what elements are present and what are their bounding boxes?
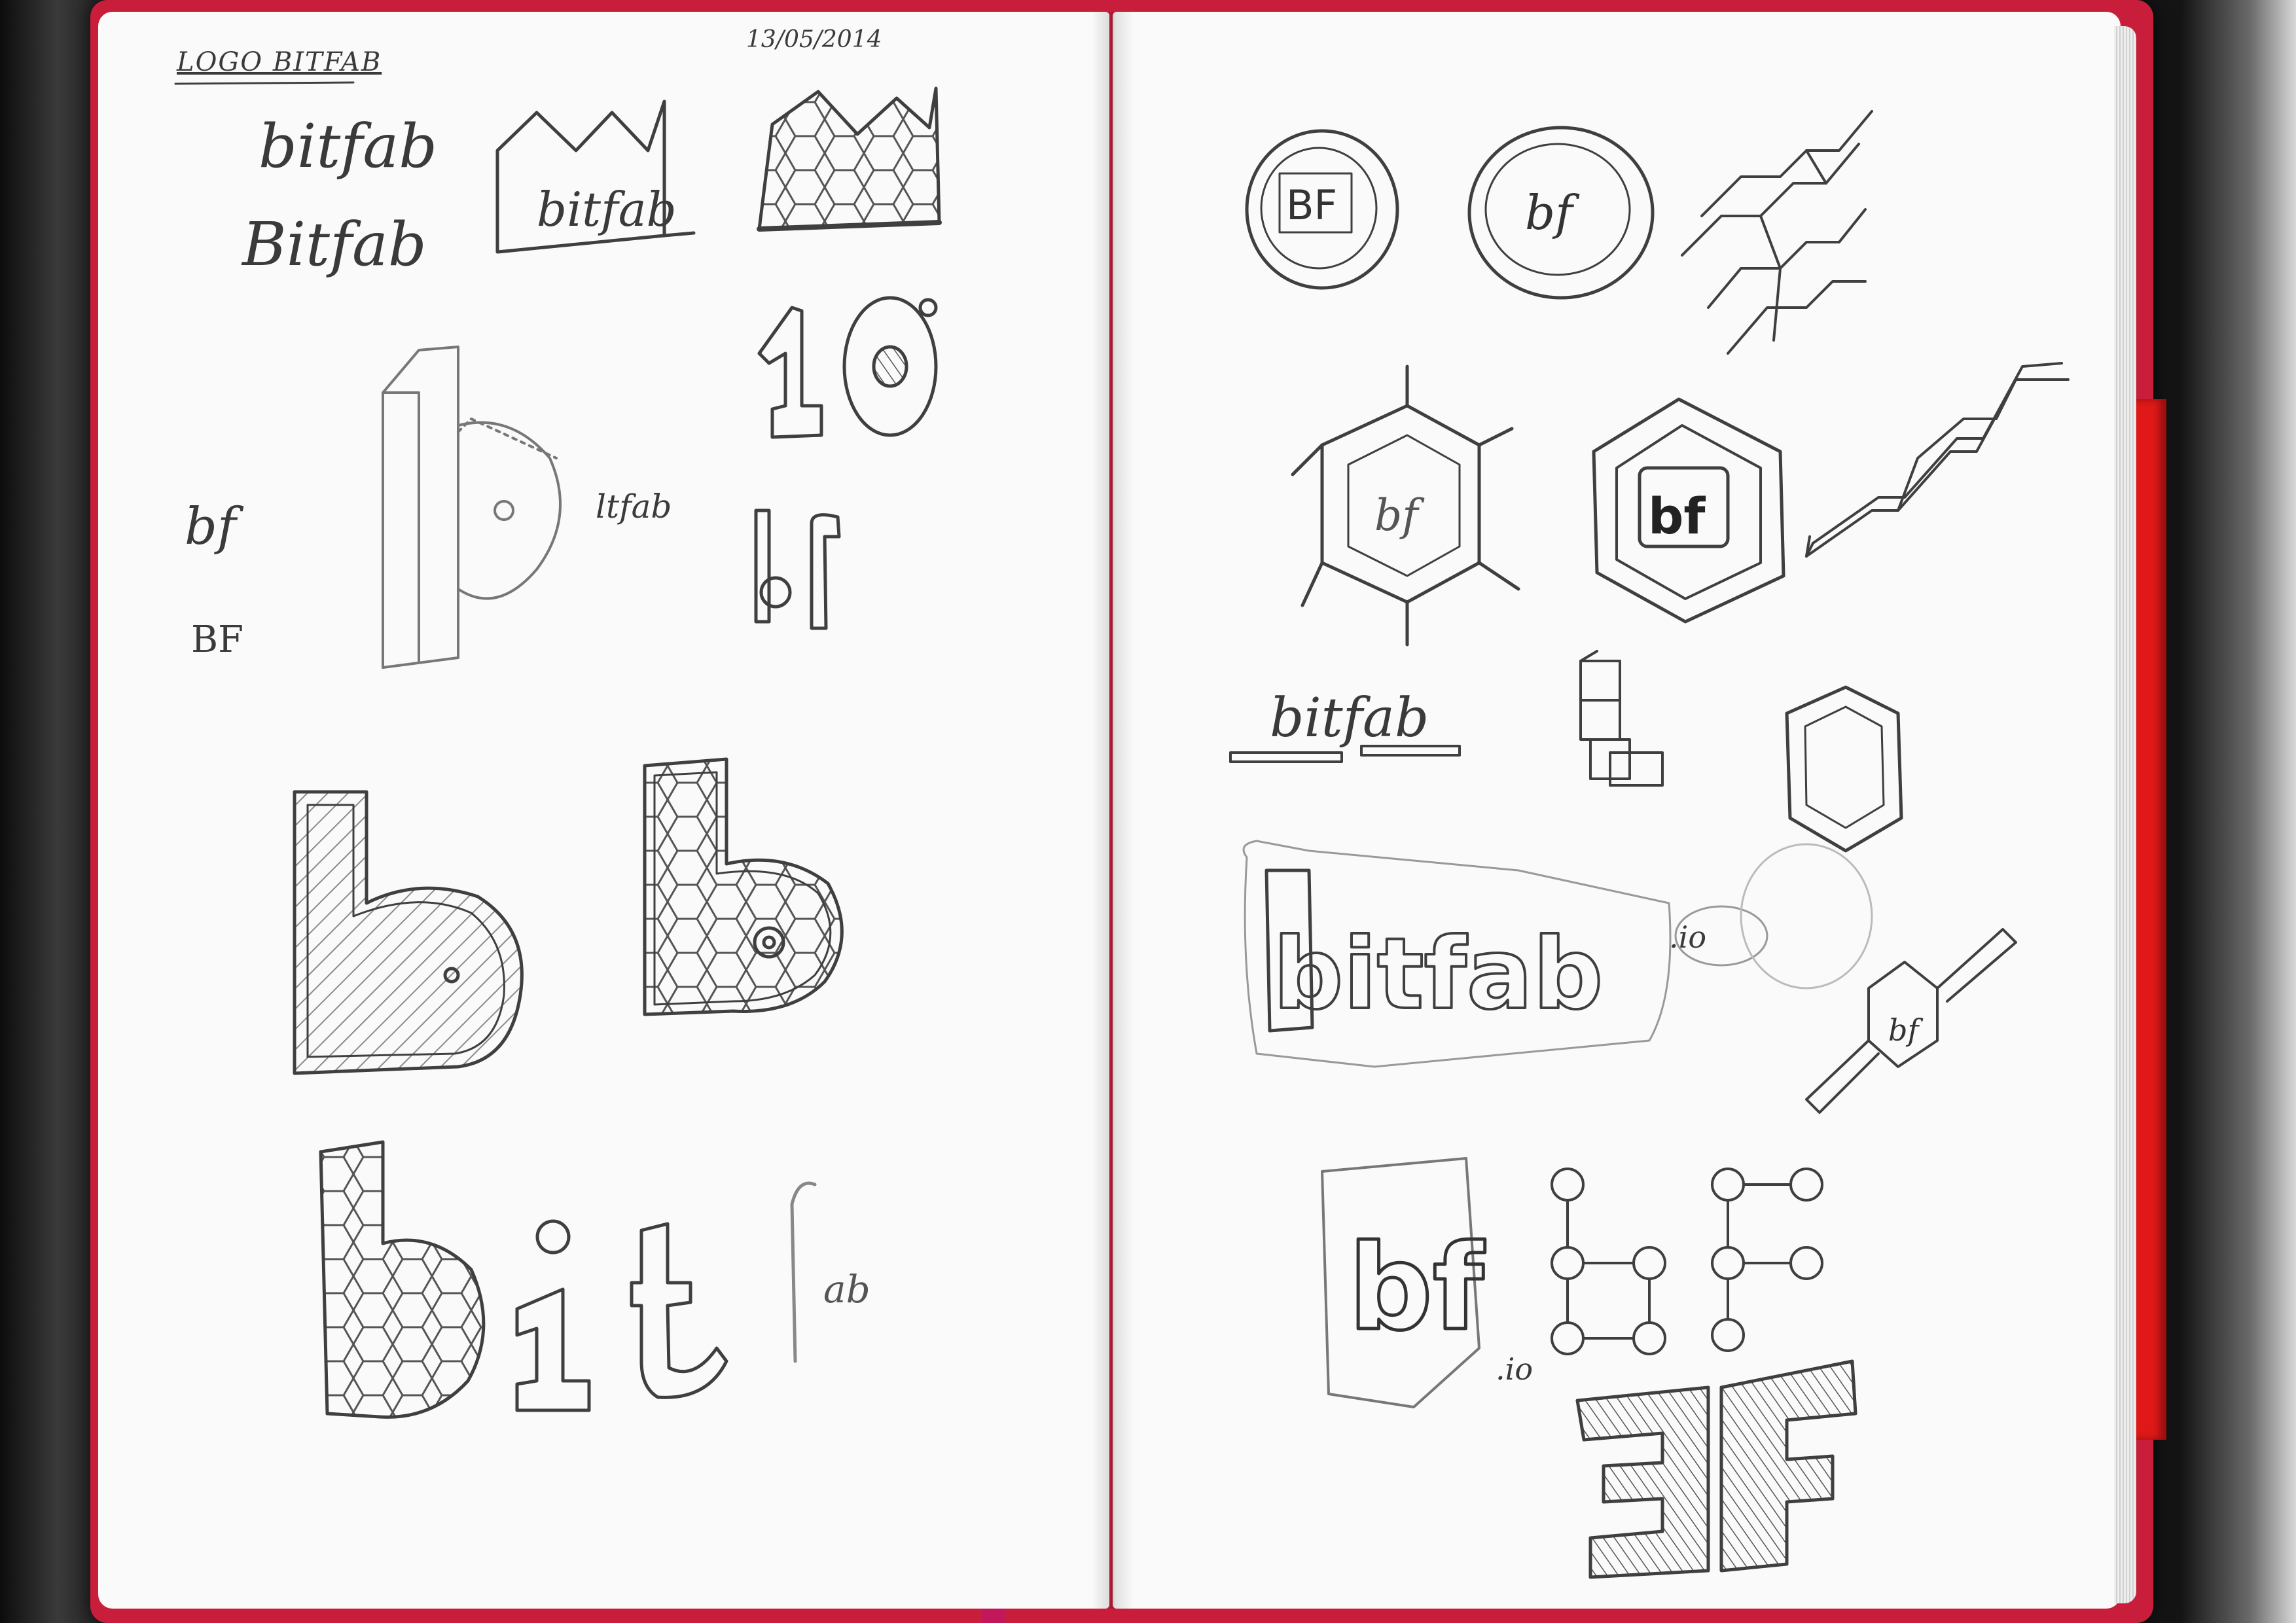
circle-logo-1-text: BF — [1286, 181, 1337, 229]
molecule-grid-sketch — [1551, 1168, 1823, 1355]
hex-logo-2-text: bf — [1648, 487, 1706, 545]
hex-logo-2: bf — [1592, 397, 1785, 624]
circle-logo-2: bf — [1467, 126, 1655, 300]
factory-box-sketch: bitfab — [495, 99, 696, 254]
stacked-bf-label: bf — [753, 645, 756, 649]
hex-logo-1: bf — [1291, 365, 1520, 647]
bubble-wordmark-text: bitfab — [1273, 918, 1603, 1031]
large-f-outline: ab — [790, 1181, 870, 1363]
hatched-b-sketch — [293, 790, 524, 1075]
hatched-3f-sketch: 3F — [1575, 1359, 1857, 1584]
block-bf-text: bf — [1348, 1220, 1485, 1357]
factory-honeycomb-sketch — [757, 86, 942, 232]
ten-sketch: 10 — [757, 296, 938, 446]
diamond-logo-sketch: bf — [1805, 928, 2017, 1114]
cube-tower-sketch — [1579, 650, 1664, 787]
large-i-sketch — [515, 1219, 591, 1412]
hex-lattice-sketch — [1681, 110, 1873, 355]
hex-outline-sketch — [1785, 685, 1903, 853]
large-t-sketch — [630, 1222, 728, 1399]
scanned-sketchbook: LOGO BITFAB 13/05/2014 bitfab Bitfab bf … — [0, 0, 2296, 1623]
ten-label: 10 — [789, 442, 793, 446]
circle-logo-2-text: bf — [1525, 185, 1580, 240]
circle-logo-1: BF — [1245, 129, 1399, 290]
stacked-bf-sketch: bf — [753, 508, 841, 649]
svg-text:ab: ab — [823, 1267, 870, 1311]
big-3f-label: 3F — [1577, 1581, 1581, 1584]
diamond-logo-text: bf — [1888, 1012, 1923, 1048]
pencil-sketches: bitfab 10 bf ab BF bf bf bf bitfab bf bf… — [174, 81, 2070, 1584]
honeycomb-b-sketch — [643, 757, 844, 1016]
3d-b-sketch — [382, 346, 562, 669]
large-b-honeycomb — [319, 1140, 486, 1419]
wordmark-underline-bars — [1229, 745, 1461, 763]
box-wordmark: bitfab — [537, 182, 677, 237]
bubble-wordmark-sketch: bitfab — [1242, 840, 1873, 1068]
hex-logo-1-text: bf — [1374, 490, 1425, 541]
3d-hex-bar-sketch — [1805, 362, 2070, 558]
block-bf-sketch: bf — [1321, 1157, 1486, 1408]
